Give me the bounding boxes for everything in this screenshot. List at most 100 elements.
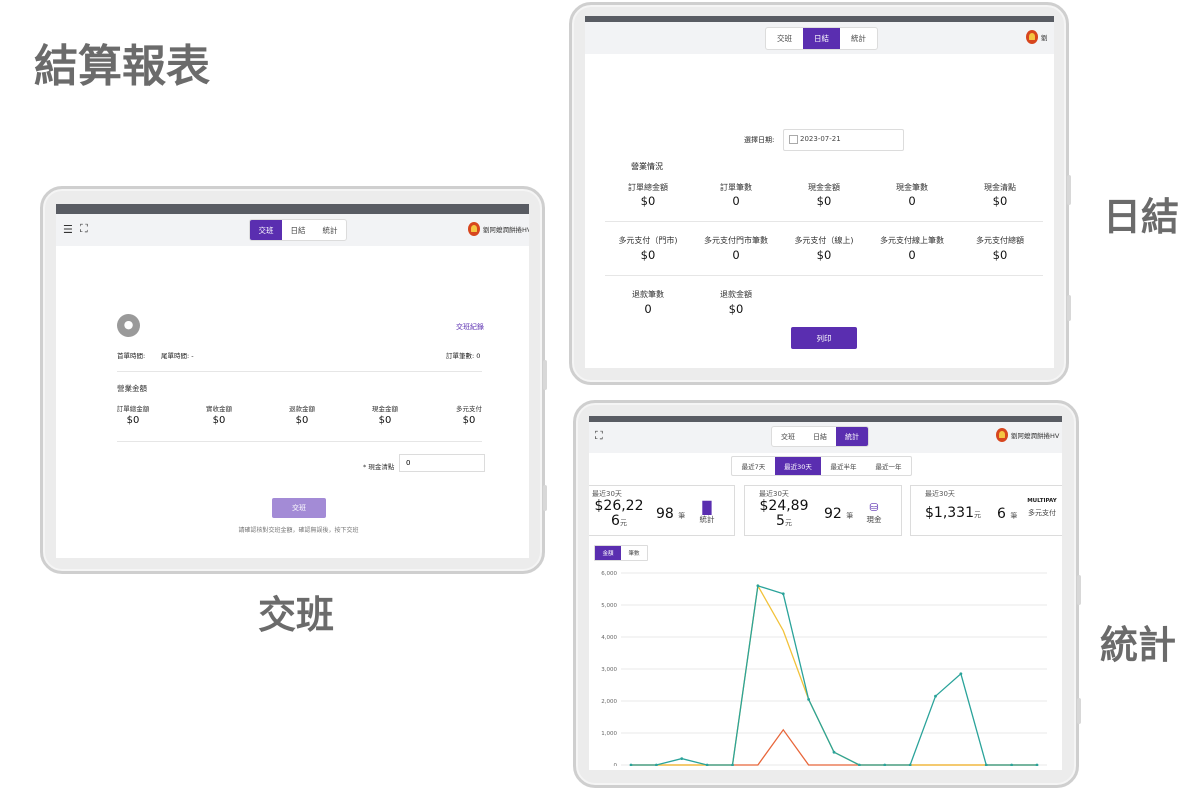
date-value: 2023-07-21 xyxy=(800,135,841,143)
stat-label: 現金金額 xyxy=(372,405,398,413)
print-button[interactable]: 列印 xyxy=(791,327,857,349)
submit-jiaoban-button[interactable]: 交班 xyxy=(272,498,326,518)
label-tongji: 統計 xyxy=(1100,623,1177,667)
data-point xyxy=(781,592,785,596)
tab-rijie[interactable]: 日結 xyxy=(804,427,836,446)
stat-value: 0 xyxy=(732,248,740,262)
date-picker[interactable]: 2023-07-21 xyxy=(783,129,904,151)
data-point xyxy=(807,698,811,701)
tab-tongji[interactable]: 統計 xyxy=(840,28,877,49)
stat-label: 現金金額 xyxy=(808,183,840,192)
tab-tongji[interactable]: 統計 xyxy=(314,220,346,240)
summary-card-multipay: 最近30天 $1,331元 6 筆 MULTIPAY 多元支付 xyxy=(910,485,1062,536)
money-bag-icon: ⛁ xyxy=(869,501,879,514)
order-count: 訂單筆數: 0 xyxy=(446,352,481,360)
data-point xyxy=(883,763,887,766)
stat-value: 0 xyxy=(732,194,740,208)
fullscreen-icon[interactable]: ⛶ xyxy=(80,222,88,236)
series-line xyxy=(631,583,1037,766)
range-half-year[interactable]: 最近半年 xyxy=(821,457,866,475)
y-tick-label: 4,000 xyxy=(601,635,617,641)
tab-jiaoban[interactable]: 交班 xyxy=(766,28,803,49)
cash-count-label: * 現金清點 xyxy=(363,463,395,471)
range-30d[interactable]: 最近30天 xyxy=(775,457,821,475)
data-point xyxy=(756,584,760,588)
data-point xyxy=(1035,763,1039,766)
store-name: 劉 xyxy=(1041,34,1048,42)
chart-toggle: 金額 筆數 xyxy=(594,545,648,561)
tab-rijie[interactable]: 日結 xyxy=(803,28,840,49)
stat-value: 0 xyxy=(908,248,916,262)
stat-label: 退款筆數 xyxy=(632,290,664,299)
tab-rijie[interactable]: 日結 xyxy=(282,220,314,240)
stat-label: 多元支付總額 xyxy=(976,236,1024,245)
data-point xyxy=(731,763,734,766)
stat-value: $0 xyxy=(126,415,140,426)
stat-label: 訂單筆數 xyxy=(720,183,752,192)
data-point xyxy=(1010,763,1014,766)
hint-text: 請確認核對交班金額，確認無誤後，按下交班 xyxy=(238,527,359,534)
stat-label: 現金筆數 xyxy=(896,183,928,192)
store-name: 劉阿嬤潤餅捲HV xyxy=(483,226,529,234)
range-7d[interactable]: 最近7天 xyxy=(732,457,775,475)
data-point xyxy=(654,763,658,766)
label-rijie: 日結 xyxy=(1103,195,1180,239)
stat-label: 多元支付（門市) xyxy=(618,236,678,245)
stat-label: 訂單總金額 xyxy=(116,405,150,413)
cash-count-input[interactable] xyxy=(399,454,485,472)
label-jiaoban: 交班 xyxy=(258,593,335,637)
menu-icon[interactable]: ☰ xyxy=(63,223,73,236)
store-brand: 劉 xyxy=(1026,30,1048,44)
line-chart: 0 1,000 2,000 3,000 4,000 5,000 6,000 xyxy=(601,571,1047,766)
y-tick-label: 2,000 xyxy=(601,699,617,705)
avatar: ● xyxy=(117,314,140,337)
store-logo-icon xyxy=(1026,30,1038,44)
summary-card-total: 最近30天 $26,22 6元 98 筆 ▐▌ 統計 xyxy=(589,485,735,536)
user-icon: ● xyxy=(123,318,134,331)
tab-tongji[interactable]: 統計 xyxy=(836,427,868,446)
stat-label: 退款金額 xyxy=(720,290,752,299)
screen-tongji: ⛶ 交班 日結 統計 劉阿嬤潤餅捲HV 最近7天 最近30天 最近半年 最近一年… xyxy=(589,416,1062,770)
data-point xyxy=(959,672,963,676)
y-tick-label: 0 xyxy=(614,763,618,766)
fullscreen-icon[interactable]: ⛶ xyxy=(595,429,603,443)
tab-group: 交班 日結 統計 xyxy=(765,27,878,50)
stat-value: $0 xyxy=(992,194,1008,208)
toggle-amount[interactable]: 金額 xyxy=(595,546,621,560)
store-brand: 劉阿嬤潤餅捲HV xyxy=(996,428,1059,442)
bar-chart-icon: ▐▌ xyxy=(697,501,717,515)
stat-value: $0 xyxy=(295,415,309,426)
tab-jiaoban[interactable]: 交班 xyxy=(772,427,804,446)
screen-rijie: 交班 日結 統計 劉 選擇日期: 2023-07-21 營業情況 訂單總金額 $… xyxy=(585,16,1054,368)
stat-value: $0 xyxy=(816,194,832,208)
section-title: 營業情況 xyxy=(631,162,663,171)
stat-label: 多元支付線上筆數 xyxy=(880,236,944,245)
navbar: ☰ ⛶ 交班 日結 統計 劉阿嬤潤餅捲HV xyxy=(56,214,529,246)
store-logo-icon xyxy=(468,222,480,236)
stat-label: 多元支付門市筆數 xyxy=(704,236,768,245)
page-title: 結算報表 xyxy=(34,41,210,92)
range-1-year[interactable]: 最近一年 xyxy=(866,457,911,475)
data-point xyxy=(680,757,684,760)
multipay-logo: MULTIPAY xyxy=(1027,498,1057,504)
tab-jiaoban[interactable]: 交班 xyxy=(250,220,282,240)
stat-value: $0 xyxy=(816,248,832,262)
history-link[interactable]: 交班紀錄 xyxy=(456,322,484,332)
stat-value: 0 xyxy=(644,302,652,316)
y-tick-label: 6,000 xyxy=(601,571,617,577)
stat-label: 退款金額 xyxy=(289,405,315,413)
date-label: 選擇日期: xyxy=(744,136,775,144)
stat-label: 現金清點 xyxy=(984,183,1016,192)
data-point xyxy=(832,750,836,754)
tab-group: 交班 日結 統計 xyxy=(249,219,347,241)
y-tick-label: 1,000 xyxy=(601,731,617,737)
y-tick-label: 3,000 xyxy=(601,667,617,673)
data-point xyxy=(984,763,988,766)
data-point xyxy=(629,763,633,766)
stat-value: $0 xyxy=(640,248,656,262)
series-line xyxy=(631,584,1037,766)
toggle-count[interactable]: 筆數 xyxy=(621,546,647,560)
y-tick-label: 5,000 xyxy=(601,603,617,609)
data-point xyxy=(934,694,937,698)
calendar-icon xyxy=(789,135,798,144)
